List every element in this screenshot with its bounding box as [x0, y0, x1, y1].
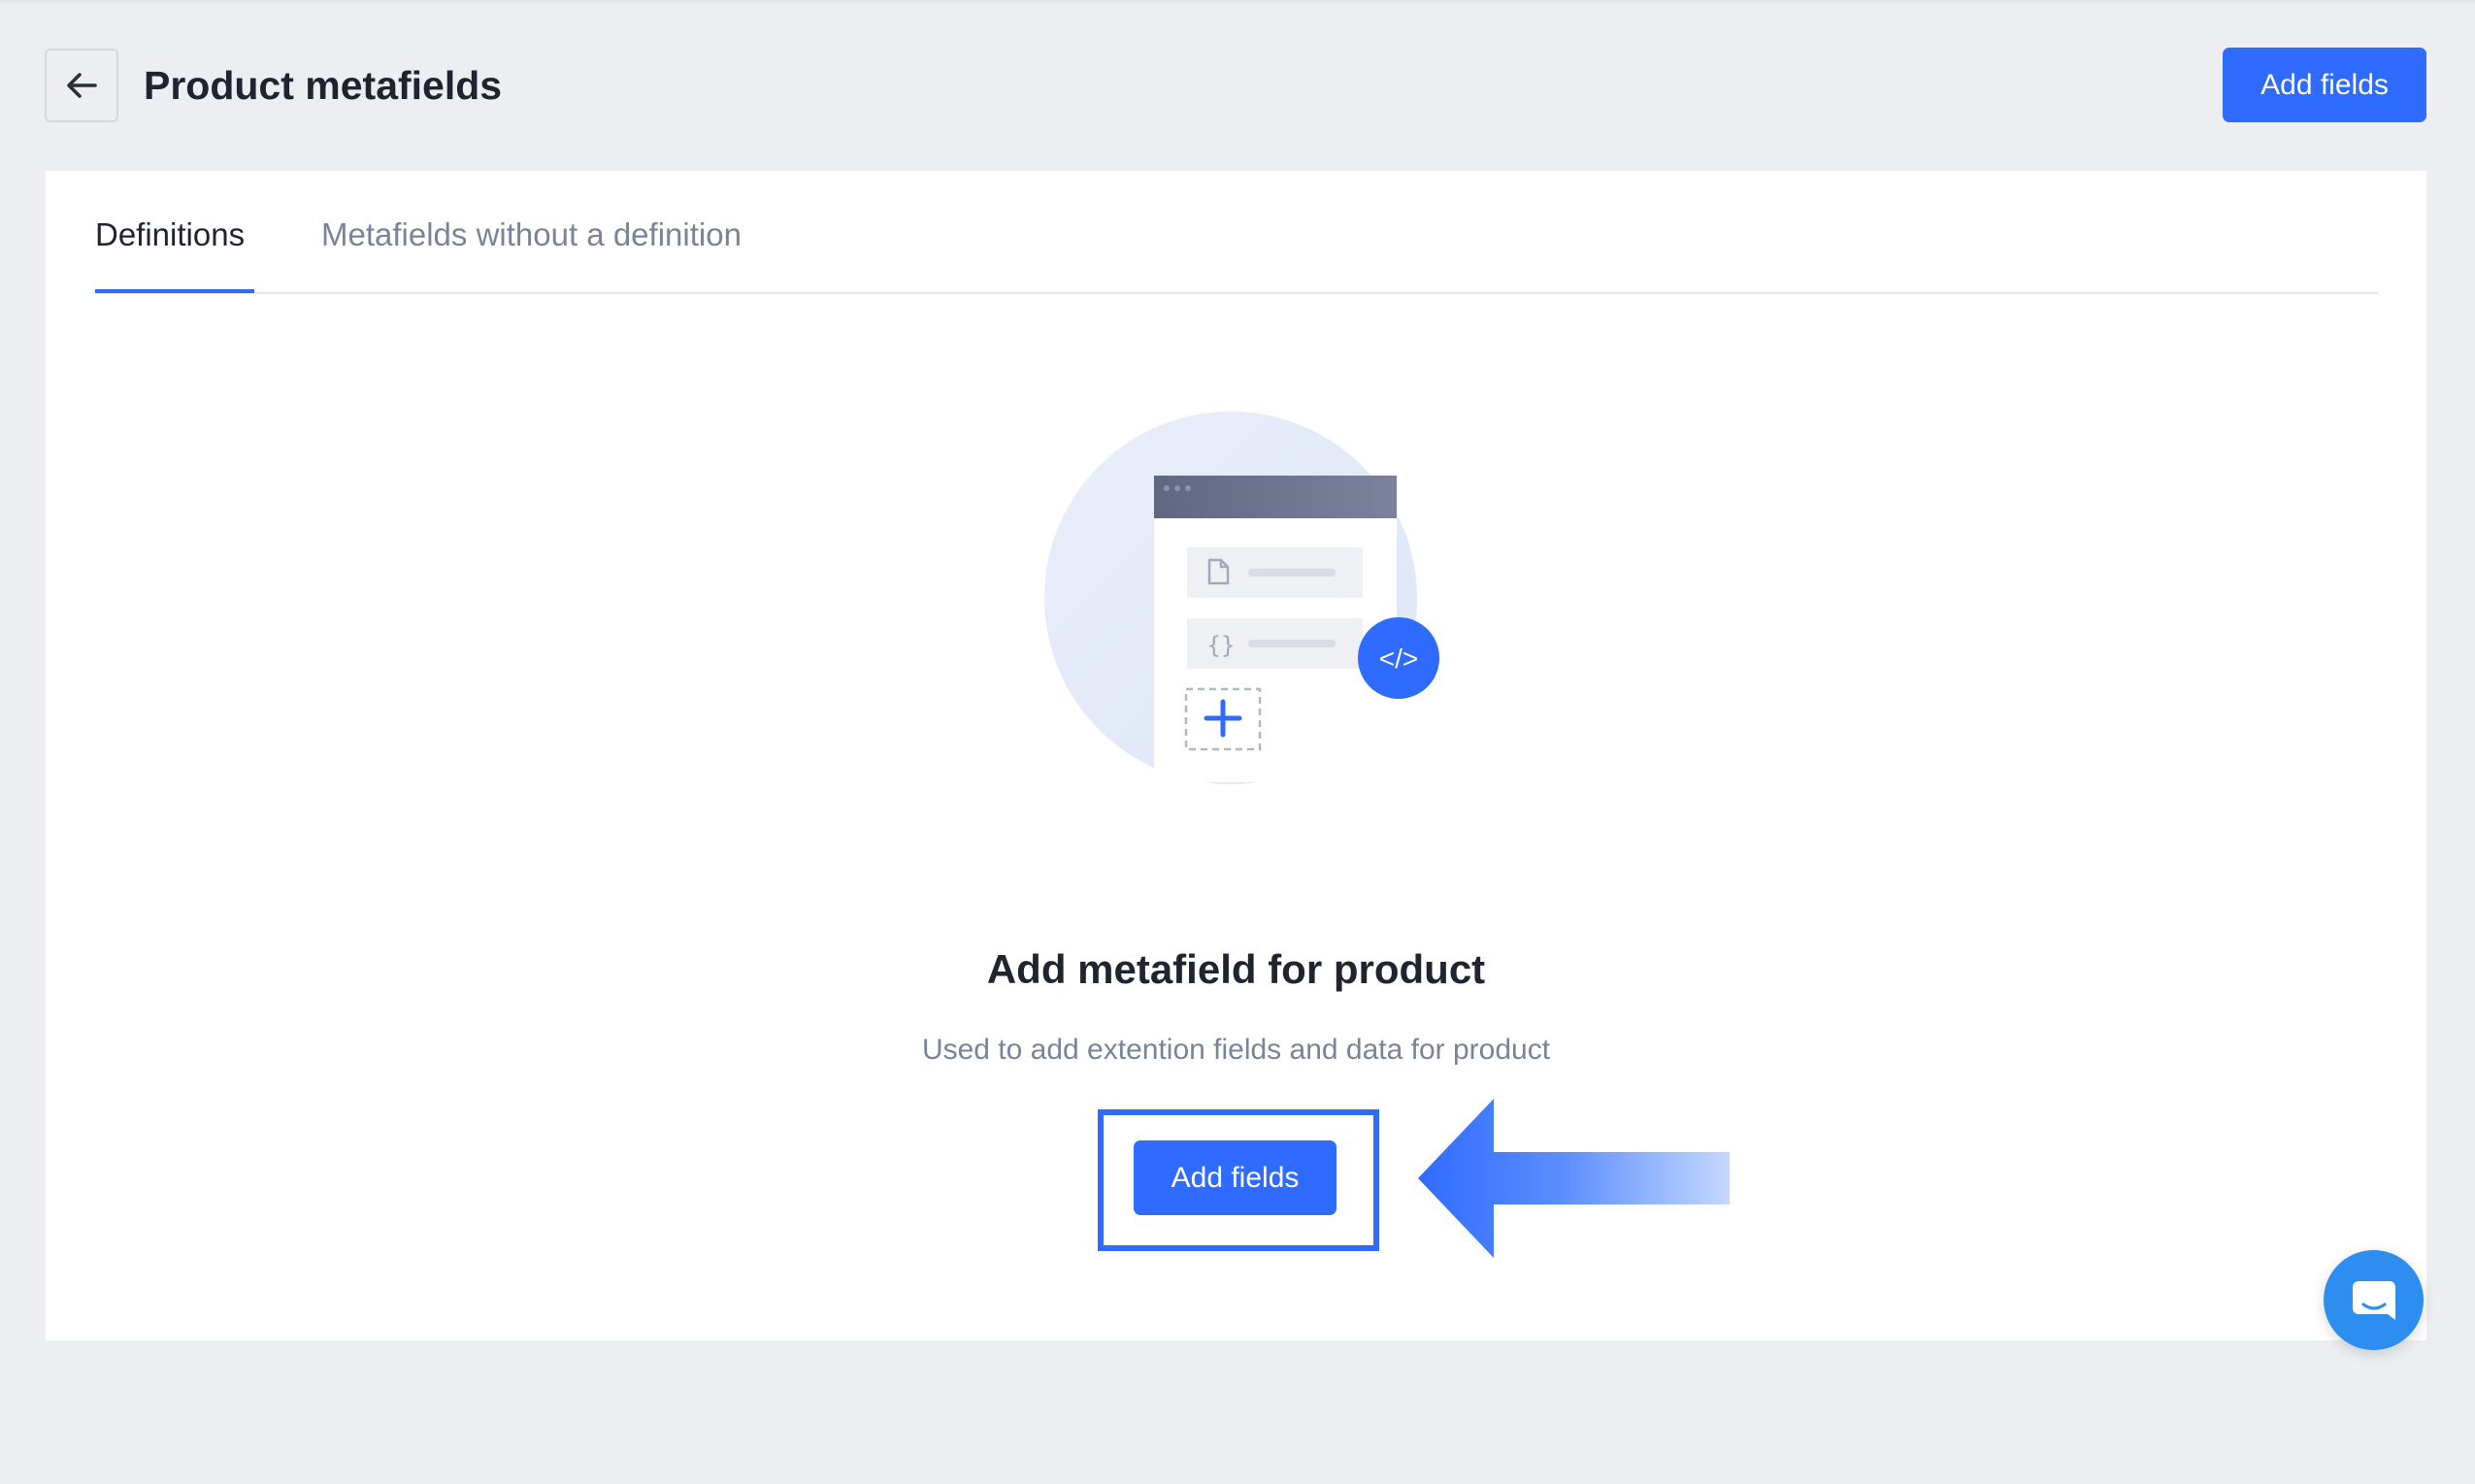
chat-icon [2352, 1280, 2395, 1320]
tabs-divider [95, 292, 2378, 294]
add-fields-button[interactable]: Add fields [1134, 1140, 1336, 1215]
empty-state-description: Used to add extention fields and data fo… [921, 1034, 1551, 1066]
tab-metafields-without-definition[interactable]: Metafields without a definition [321, 212, 742, 258]
empty-state-title: Add metafield for product [986, 946, 1486, 992]
back-button[interactable] [45, 49, 118, 122]
arrow-pointer-icon [1418, 1099, 1730, 1258]
content-card: Definitions Metafields without a definit… [46, 171, 2426, 1340]
braces-icon: {} [1207, 632, 1236, 659]
tab-definitions[interactable]: Definitions [95, 212, 245, 258]
add-fields-button-header[interactable]: Add fields [2223, 48, 2426, 122]
code-icon: </> [1379, 643, 1418, 674]
top-border [0, 0, 2475, 3]
metafield-illustration: {} </> [1017, 412, 1444, 800]
arrow-left-icon [67, 73, 97, 98]
page-title: Product metafields [144, 63, 503, 108]
active-tab-indicator [95, 289, 254, 293]
chat-button[interactable] [2324, 1250, 2424, 1350]
